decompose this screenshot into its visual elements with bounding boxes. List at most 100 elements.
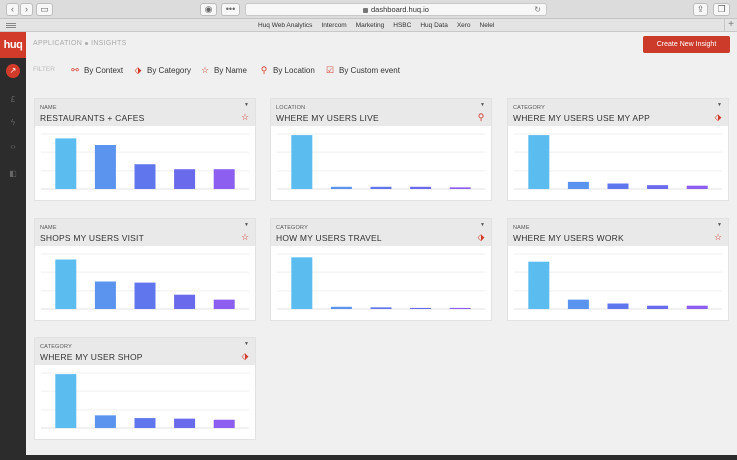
- chart-bar[interactable]: [410, 307, 432, 309]
- chart-bar[interactable]: [213, 419, 235, 428]
- insight-card[interactable]: CATEGORY HOW MY USERS TRAVEL ▼ ⬗: [270, 218, 492, 321]
- chart-bar[interactable]: [94, 281, 116, 310]
- insight-card[interactable]: NAME WHERE MY USERS WORK ▼ ☆: [507, 218, 729, 321]
- chart-bar[interactable]: [449, 307, 471, 309]
- chart-bar[interactable]: [174, 418, 196, 428]
- chart-bar[interactable]: [370, 186, 392, 189]
- chart-bar[interactable]: [94, 415, 116, 428]
- bookmark-link[interactable]: Huq Web Analytics: [258, 20, 312, 31]
- chart-bar[interactable]: [528, 261, 550, 309]
- insight-card[interactable]: CATEGORY WHERE MY USERS USE MY APP ▼ ⬗: [507, 98, 729, 201]
- insight-card[interactable]: CATEGORY WHERE MY USER SHOP ▼ ⬗: [34, 337, 256, 440]
- chart-bar[interactable]: [134, 418, 156, 428]
- insight-card[interactable]: NAME RESTAURANTS + CAFES ▼ ☆: [34, 98, 256, 201]
- chart-bar[interactable]: [55, 374, 77, 428]
- bar-chart: [41, 253, 249, 310]
- huq-logo[interactable]: huq: [0, 32, 26, 58]
- bookmark-link[interactable]: Nelel: [480, 20, 495, 31]
- chart-bar[interactable]: [174, 169, 196, 189]
- chart-bar[interactable]: [174, 294, 196, 309]
- tag-icon[interactable]: ⬗: [713, 112, 723, 122]
- caret-down-icon[interactable]: ▼: [717, 102, 722, 108]
- filter-bar: FILTER ⚯ By Context ⬗ By Category ☆ By Name…: [26, 58, 737, 82]
- chart-bar[interactable]: [607, 303, 629, 310]
- chart-bar[interactable]: [291, 257, 313, 309]
- chart-bar[interactable]: [55, 259, 77, 310]
- insights-icon[interactable]: ↗: [6, 64, 20, 78]
- create-new-insight-button[interactable]: Create New Insight: [643, 36, 730, 53]
- chart-bar[interactable]: [213, 299, 235, 309]
- card-header: NAME RESTAURANTS + CAFES ▼ ☆: [35, 99, 255, 126]
- star-icon[interactable]: ☆: [240, 112, 250, 122]
- chart-bar[interactable]: [567, 299, 589, 309]
- pinterest-extension-icon[interactable]: ◉: [200, 3, 217, 16]
- chart-bar[interactable]: [134, 282, 156, 309]
- sidebar-toggle-button[interactable]: ▭: [36, 3, 53, 16]
- caret-down-icon[interactable]: ▼: [244, 222, 249, 228]
- filter-by-category[interactable]: ⬗ By Category: [133, 64, 192, 77]
- chart-bar[interactable]: [607, 183, 629, 190]
- chart-bar[interactable]: [330, 186, 352, 189]
- chart-bar[interactable]: [647, 305, 669, 309]
- chart-bar[interactable]: [330, 306, 352, 309]
- bookmark-link[interactable]: Huq Data: [420, 20, 447, 31]
- breadcrumb-application[interactable]: APPLICATION: [33, 40, 82, 47]
- filter-by-context[interactable]: ⚯ By Context: [70, 64, 123, 77]
- more-extensions-icon[interactable]: •••: [221, 3, 240, 16]
- bar-chart: [514, 253, 722, 310]
- bookmark-link[interactable]: HSBC: [393, 20, 411, 31]
- chart-bar[interactable]: [134, 164, 156, 189]
- chart-bar[interactable]: [528, 135, 550, 189]
- chart-bar[interactable]: [567, 181, 589, 189]
- bookmarks-list: Huq Web Analytics Intercom Marketing HSBC Hu…: [258, 20, 494, 31]
- filter-by-category-label: By Category: [147, 66, 192, 75]
- chart-bar[interactable]: [410, 186, 432, 189]
- bookmark-link[interactable]: Xero: [457, 20, 471, 31]
- bar-chart: [514, 133, 722, 190]
- caret-down-icon[interactable]: ▼: [244, 341, 249, 347]
- chart-bar[interactable]: [94, 145, 116, 189]
- chart-bar[interactable]: [647, 185, 669, 189]
- currency-pound-icon[interactable]: £: [7, 94, 19, 106]
- chart-bar[interactable]: [213, 169, 235, 189]
- insight-card[interactable]: NAME SHOPS MY USERS VISIT ▼ ☆: [34, 218, 256, 321]
- reload-icon[interactable]: ↻: [534, 4, 541, 15]
- share-icon[interactable]: ⇪: [693, 3, 708, 16]
- bookmarks-menu-icon[interactable]: [6, 23, 16, 28]
- back-button[interactable]: ‹: [6, 3, 19, 16]
- star-icon[interactable]: ☆: [240, 232, 250, 242]
- tabs-overview-icon[interactable]: ❐: [713, 3, 730, 16]
- layers-icon[interactable]: ◧: [7, 168, 19, 180]
- tag-icon[interactable]: ⬗: [240, 351, 250, 361]
- card-kind: LOCATION: [276, 105, 306, 111]
- card-header: CATEGORY WHERE MY USERS USE MY APP ▼ ⬗: [508, 99, 728, 126]
- chart-bar[interactable]: [370, 307, 392, 309]
- bookmark-link[interactable]: Marketing: [356, 20, 385, 31]
- code-icon[interactable]: ‹›: [7, 141, 19, 153]
- forward-button[interactable]: ›: [20, 3, 33, 16]
- insight-card[interactable]: LOCATION WHERE MY USERS LIVE ▼ ⚲: [270, 98, 492, 201]
- chart-bar[interactable]: [686, 185, 708, 189]
- lightning-icon[interactable]: ϟ: [7, 117, 19, 129]
- card-title: RESTAURANTS + CAFES: [40, 113, 145, 123]
- bookmark-link[interactable]: Intercom: [321, 20, 346, 31]
- card-header: NAME WHERE MY USERS WORK ▼ ☆: [508, 219, 728, 246]
- caret-down-icon[interactable]: ▼: [244, 102, 249, 108]
- chart-bar[interactable]: [55, 138, 77, 189]
- caret-down-icon[interactable]: ▼: [480, 222, 485, 228]
- address-bar[interactable]: dashboard.huq.io ↻: [245, 3, 547, 16]
- chart-bar[interactable]: [291, 135, 313, 189]
- filter-by-custom-event[interactable]: ☑ By Custom event: [325, 64, 400, 77]
- star-icon[interactable]: ☆: [713, 232, 723, 242]
- map-pin-icon[interactable]: ⚲: [476, 112, 486, 122]
- filter-by-name[interactable]: ☆ By Name: [200, 64, 247, 77]
- chart-bar[interactable]: [449, 187, 471, 189]
- tag-icon: ⬗: [134, 65, 142, 75]
- filter-by-location[interactable]: ⚲ By Location: [259, 64, 315, 77]
- tag-icon[interactable]: ⬗: [476, 232, 486, 242]
- new-tab-button[interactable]: +: [724, 19, 737, 32]
- chart-bar[interactable]: [686, 305, 708, 309]
- breadcrumb-separator: [85, 41, 89, 45]
- caret-down-icon[interactable]: ▼: [480, 102, 485, 108]
- caret-down-icon[interactable]: ▼: [717, 222, 722, 228]
